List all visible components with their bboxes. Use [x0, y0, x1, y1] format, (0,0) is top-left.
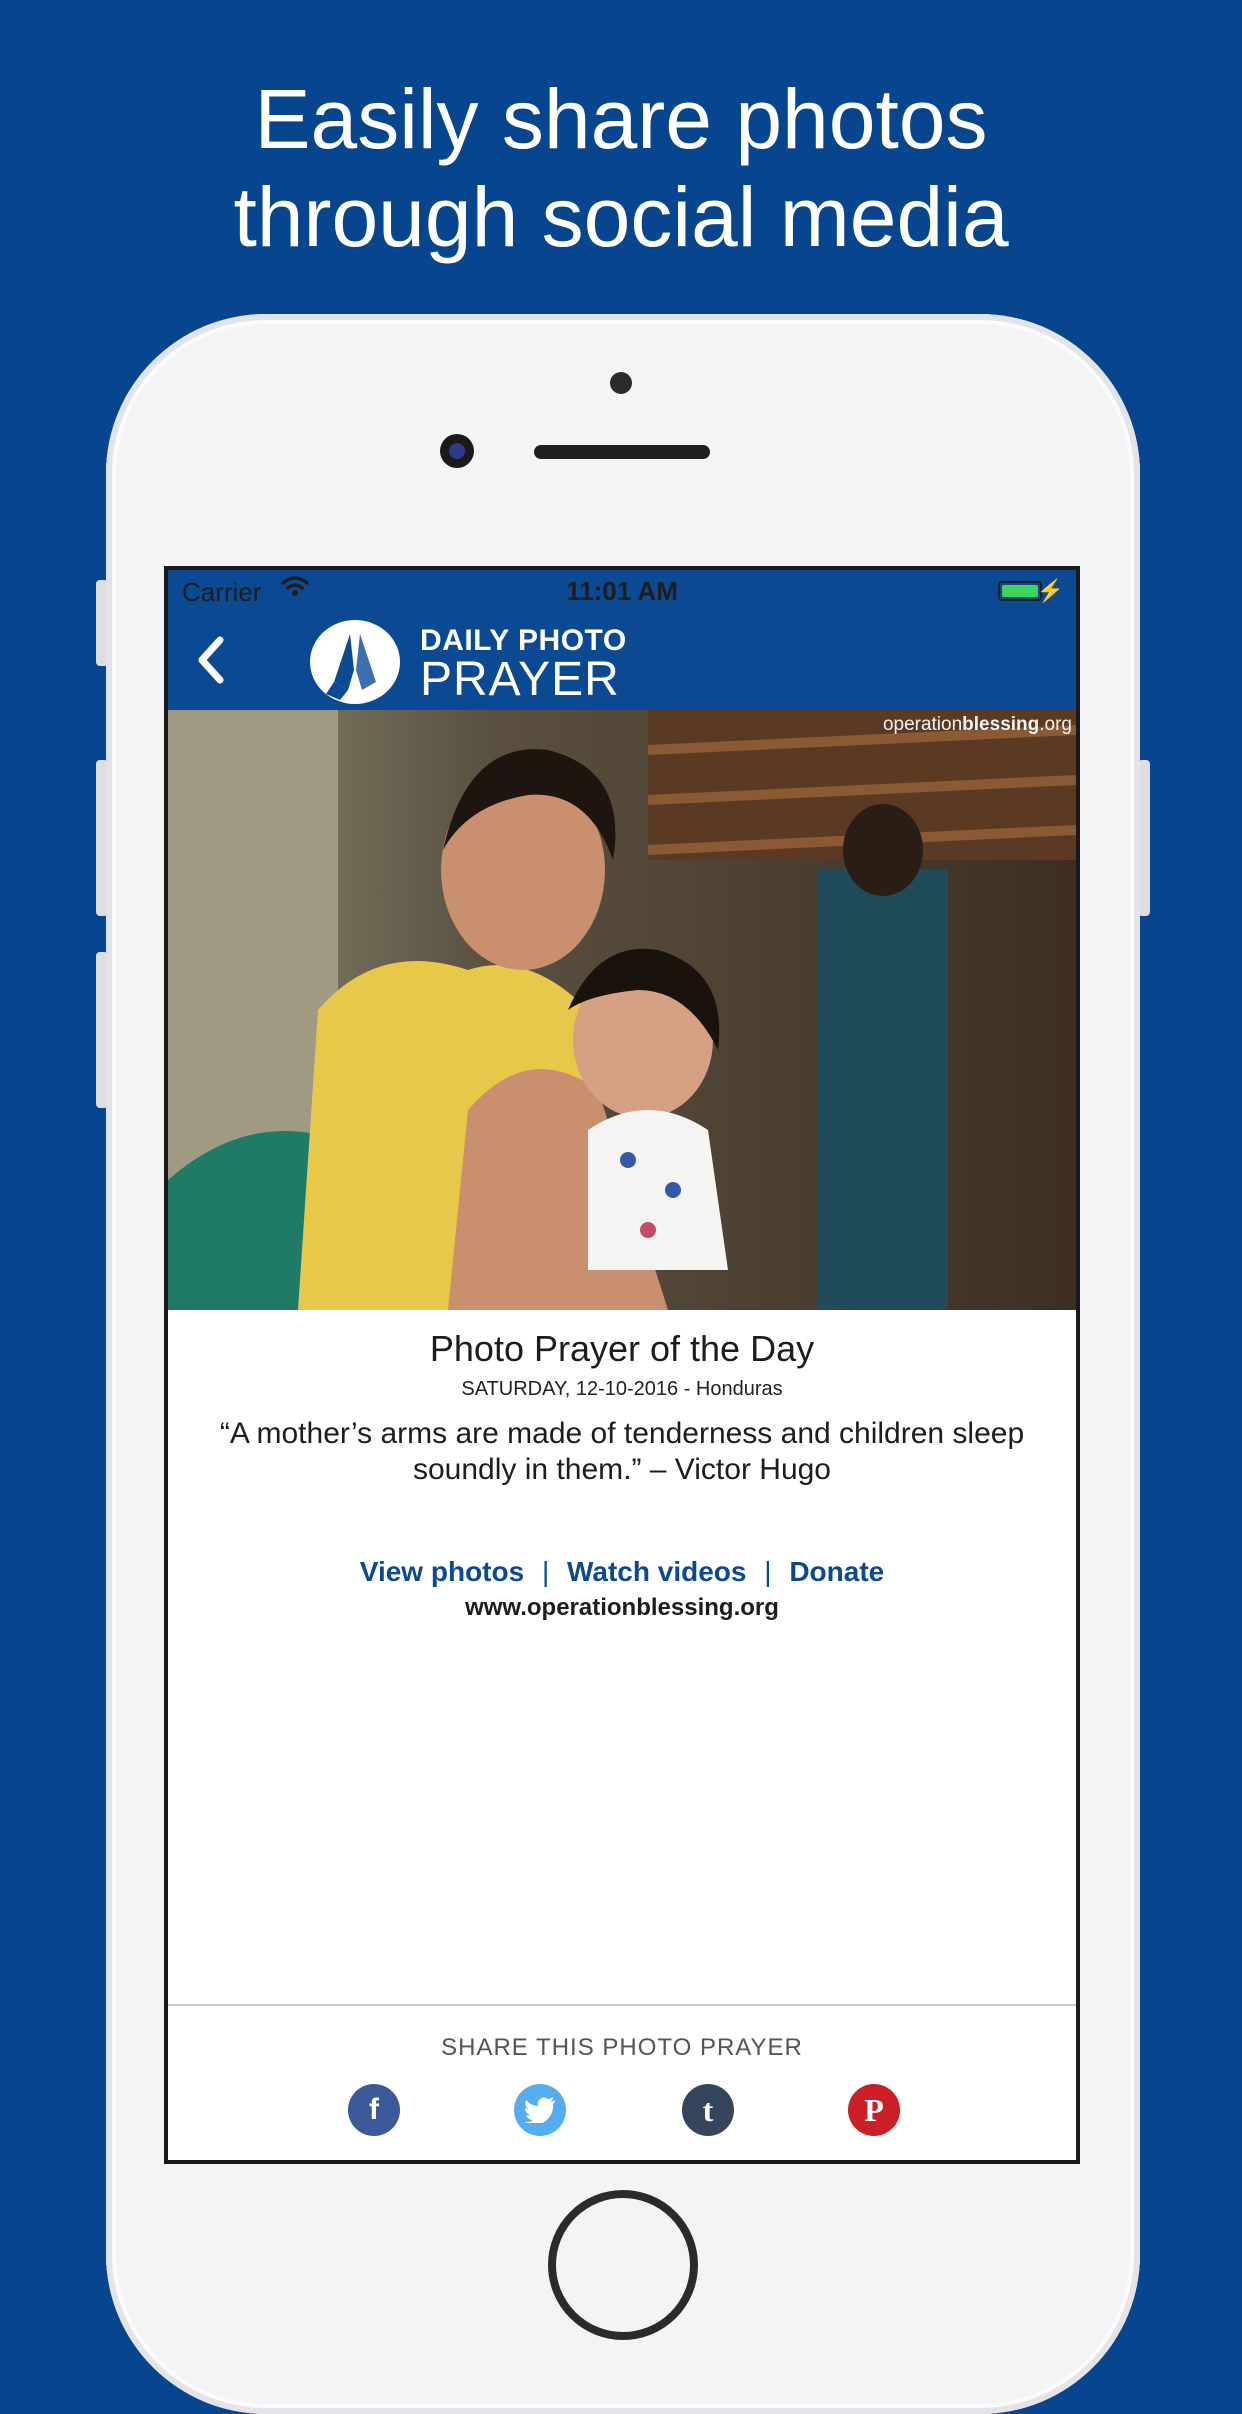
share-buttons: f t P	[168, 2084, 1076, 2144]
headline-line-2: through social media	[233, 170, 1009, 264]
praying-hands-icon	[326, 634, 376, 700]
prayer-dateline: SATURDAY, 12-10-2016 - Honduras	[461, 1378, 783, 1400]
earpiece-speaker	[534, 445, 710, 459]
proximity-sensor	[610, 372, 632, 394]
front-camera	[440, 434, 474, 468]
pinterest-icon[interactable]: P	[848, 2084, 900, 2136]
promo-headline: Easily share photos through social media	[0, 70, 1242, 266]
watch-videos-link[interactable]: Watch videos	[567, 1556, 746, 1587]
back-button[interactable]	[188, 628, 248, 692]
donate-link[interactable]: Donate	[789, 1556, 884, 1587]
status-bar: Carrier 11:01 AM ⚡	[168, 570, 1076, 610]
view-photos-link[interactable]: View photos	[360, 1556, 524, 1587]
app-logo	[310, 620, 400, 704]
share-divider	[168, 2004, 1076, 2006]
home-button	[548, 2190, 698, 2340]
share-label: SHARE THIS PHOTO PRAYER	[441, 2034, 803, 2061]
facebook-icon[interactable]: f	[348, 2084, 400, 2136]
tumblr-icon[interactable]: t	[682, 2084, 734, 2136]
photo-watermark: operationblessing.org	[882, 714, 1072, 735]
action-links: View photos | Watch videos | Donate	[168, 1556, 1076, 1588]
prayer-photo	[168, 710, 1076, 1310]
link-separator: |	[764, 1556, 772, 1587]
website-link[interactable]: www.operationblessing.org	[168, 1594, 1076, 1622]
chevron-left-icon	[198, 636, 224, 684]
prayer-quote: “A mother’s arms are made of tenderness …	[219, 1417, 1025, 1486]
nav-bar: DAILY PHOTO PRAYER	[168, 610, 1076, 710]
status-time: 11:01 AM	[566, 576, 678, 606]
twitter-icon[interactable]	[514, 2084, 566, 2136]
battery-icon	[998, 581, 1042, 601]
prayer-title: Photo Prayer of the Day	[429, 1328, 815, 1369]
app-screen: Carrier 11:01 AM ⚡ DAILY PHOTO PRAYER op…	[164, 566, 1080, 2164]
charging-icon: ⚡	[1036, 578, 1064, 603]
logo-title-bottom: PRAYER	[420, 653, 620, 706]
link-separator: |	[541, 1556, 550, 1587]
headline-line-1: Easily share photos	[254, 72, 988, 166]
